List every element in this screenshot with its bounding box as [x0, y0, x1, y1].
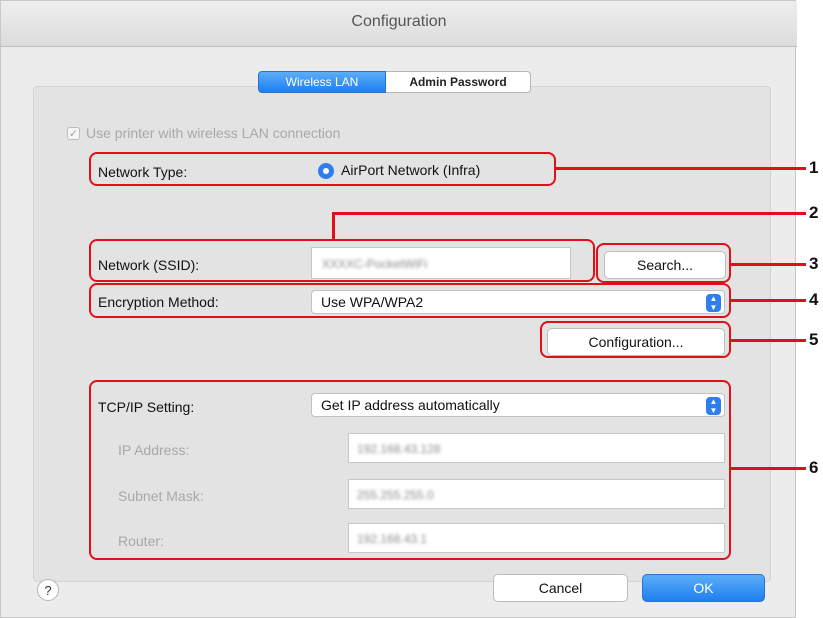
callout-line-4: [731, 299, 806, 302]
callout-number-4: 4: [809, 290, 819, 309]
callout-number-2: 2: [809, 203, 819, 222]
use-wireless-label: Use printer with wireless LAN connection: [86, 125, 341, 141]
callout-number-1: 1: [809, 158, 819, 177]
cancel-button[interactable]: Cancel: [493, 574, 628, 602]
ok-button[interactable]: OK: [642, 574, 765, 602]
callout-line-2b: [332, 212, 335, 240]
callout-number-5: 5: [809, 330, 819, 349]
callout-box-4: [89, 283, 731, 318]
tab-admin-password[interactable]: Admin Password: [386, 71, 531, 93]
help-button[interactable]: ?: [37, 579, 59, 601]
use-wireless-checkbox[interactable]: ✓: [67, 127, 80, 140]
callout-box-5: [540, 321, 731, 358]
callout-box-1: [89, 152, 556, 186]
callout-number-6: 6: [809, 458, 819, 477]
callout-line-5: [731, 339, 806, 342]
callout-line-3: [731, 263, 806, 266]
title-bar[interactable]: Configuration: [1, 1, 797, 47]
tab-wireless-lan[interactable]: Wireless LAN: [258, 71, 386, 93]
callout-box-3: [596, 243, 731, 283]
callout-number-3: 3: [809, 254, 819, 273]
callout-box-2: [89, 239, 595, 282]
window-title: Configuration: [351, 13, 447, 30]
callout-line-6: [731, 467, 806, 470]
callout-line-2a: [333, 212, 806, 215]
callout-line-1: [556, 167, 806, 170]
callout-box-6: [89, 380, 731, 560]
